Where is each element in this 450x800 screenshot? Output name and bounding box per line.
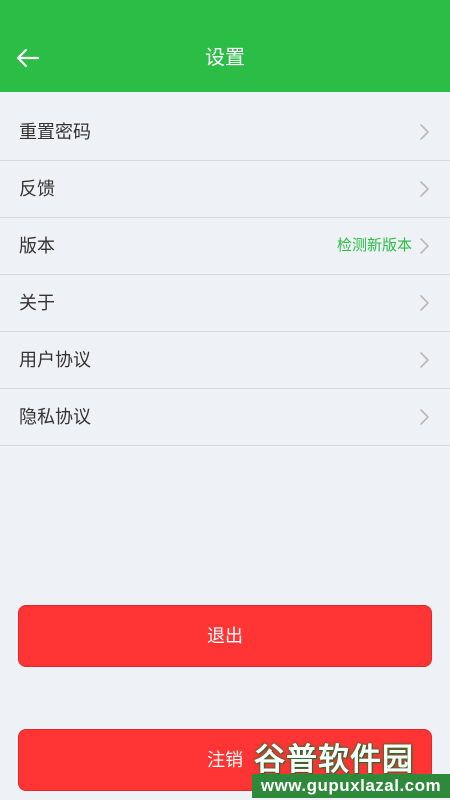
menu-item-label: 用户协议 (19, 350, 91, 370)
cancel-account-button[interactable]: 注销 (18, 729, 432, 791)
page-title: 设置 (205, 47, 245, 69)
chevron-right-icon (420, 295, 429, 311)
logout-button[interactable]: 退出 (18, 605, 432, 667)
menu-item-user-agreement[interactable]: 用户协议 (0, 332, 450, 389)
menu-item-label: 反馈 (19, 179, 55, 199)
chevron-right-icon (420, 124, 429, 140)
menu-item-about[interactable]: 关于 (0, 275, 450, 332)
menu-item-privacy-policy[interactable]: 隐私协议 (0, 389, 450, 446)
settings-menu: 重置密码 反馈 版本 检测新版本 关于 用户协议 隐私协议 (0, 104, 450, 446)
check-update-link[interactable]: 检测新版本 (337, 218, 412, 274)
app-header: 设置 (0, 0, 450, 92)
chevron-right-icon (420, 181, 429, 197)
menu-item-label: 隐私协议 (19, 407, 91, 427)
chevron-right-icon (420, 238, 429, 254)
menu-item-label: 关于 (19, 293, 55, 313)
menu-item-reset-password[interactable]: 重置密码 (0, 104, 450, 161)
menu-item-label: 重置密码 (19, 122, 91, 142)
chevron-right-icon (420, 409, 429, 425)
menu-item-label: 版本 (19, 236, 55, 256)
menu-item-version[interactable]: 版本 检测新版本 (0, 218, 450, 275)
menu-item-feedback[interactable]: 反馈 (0, 161, 450, 218)
chevron-right-icon (420, 352, 429, 368)
